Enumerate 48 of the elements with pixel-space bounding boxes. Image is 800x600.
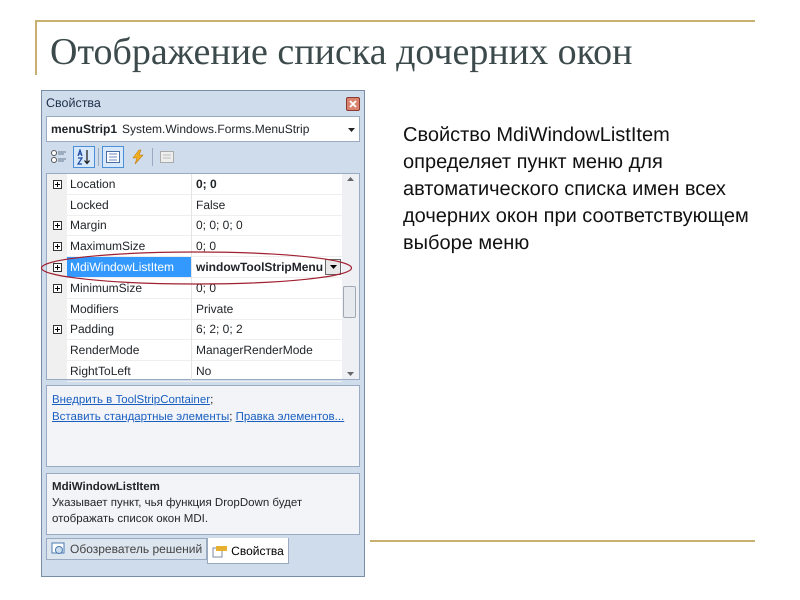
description-title: MdiWindowListItem: [52, 480, 161, 495]
command-links-text: Внедрить в ToolStripContainer; Вставить стандартные элементы; Правка элементов...: [46, 385, 360, 467]
property-value: ManagerRenderMode: [196, 342, 313, 360]
property-name[interactable]: MinimumSize: [47, 278, 192, 299]
sort-az-icon[interactable]: [73, 146, 95, 168]
expand-icon[interactable]: [52, 180, 62, 189]
property-value: Private: [196, 300, 234, 318]
property-name[interactable]: RenderMode: [47, 340, 192, 362]
caret-icon: [348, 128, 355, 132]
command-link[interactable]: Правка элементов...: [236, 411, 344, 423]
body-text: Свойство MdiWindowListItem определяет пункт меню для автоматического списка имен всех дочерних окон при соответствующем выборе меню: [403, 123, 750, 256]
scrollbar[interactable]: [342, 174, 359, 379]
property-name[interactable]: RightToLeft: [47, 361, 192, 382]
command-link[interactable]: Внедрить в ToolStripContainer: [52, 394, 210, 406]
property-name[interactable]: Padding: [47, 320, 192, 340]
scroll-thumb[interactable]: [343, 286, 356, 318]
property-value: 0; 0: [196, 238, 216, 256]
scroll-up-icon[interactable]: [347, 177, 354, 181]
expand-icon[interactable]: [52, 325, 62, 334]
panel-title: Свойства: [46, 95, 101, 112]
expand-icon[interactable]: [52, 242, 62, 252]
properties-icon[interactable]: [102, 146, 124, 168]
property-value: 0; 0: [196, 176, 217, 193]
property-value: 0; 0; 0; 0: [196, 217, 243, 234]
property-value: False: [196, 196, 226, 214]
expand-icon[interactable]: [52, 284, 62, 293]
solution-icon: [51, 542, 67, 556]
property-value: No: [196, 363, 212, 380]
dropdown-button[interactable]: [325, 259, 341, 276]
object-selector[interactable]: menuStrip1 System.Windows.Forms.MenuStrip: [46, 116, 360, 142]
properties-icon: [212, 544, 228, 558]
property-value: windowToolStripMenu: [196, 259, 324, 276]
scroll-down-icon[interactable]: [347, 372, 354, 376]
property-name[interactable]: Modifiers: [47, 298, 192, 320]
property-value: 6; 2; 0; 2: [196, 321, 243, 338]
property-name[interactable]: Margin: [47, 216, 192, 236]
caret-icon: [330, 265, 336, 270]
panel-tab[interactable]: Обозреватель решений: [46, 538, 208, 560]
expand-icon[interactable]: [52, 221, 62, 230]
property-name[interactable]: Locked: [47, 194, 192, 216]
close-button[interactable]: [346, 96, 360, 110]
command-link[interactable]: Вставить стандартные элементы: [52, 411, 230, 423]
description-text: Указывает пункт, чья функция DropDown будет отображать список окон MDI.: [52, 496, 304, 527]
panel-tab[interactable]: Свойства: [207, 538, 289, 564]
slide-title: Отображение списка дочерних окон: [50, 30, 632, 75]
close-icon: [349, 100, 357, 108]
property-name[interactable]: Location: [47, 174, 192, 195]
expand-icon[interactable]: [52, 263, 62, 272]
